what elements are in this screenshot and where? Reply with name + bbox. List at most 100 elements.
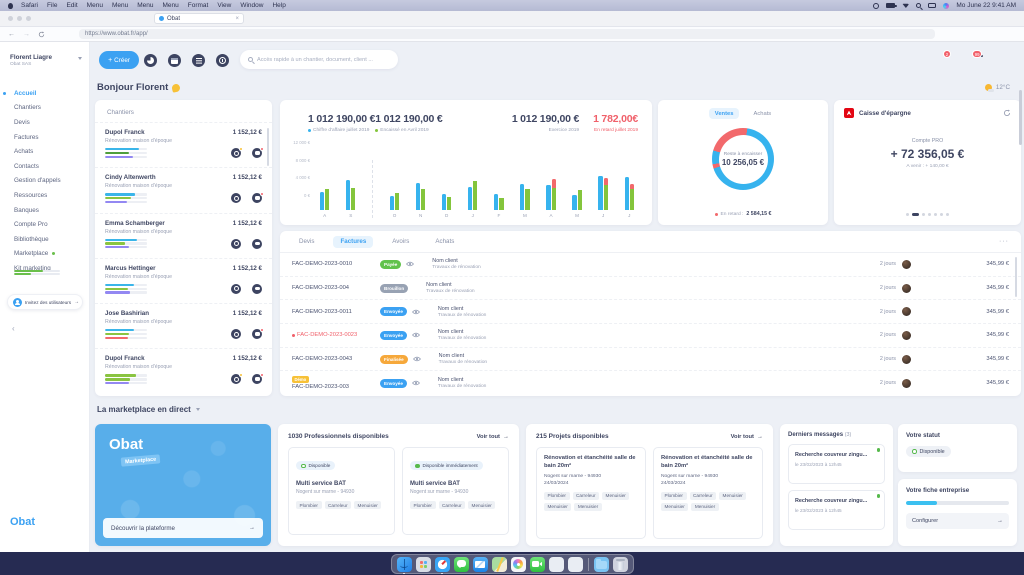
professional-card[interactable]: Disponible Multi service BAT Nogent sur … xyxy=(288,447,395,535)
sidebar-item[interactable]: Accueil xyxy=(0,86,89,101)
documents-scrollbar[interactable] xyxy=(1015,257,1018,297)
trash[interactable] xyxy=(613,557,628,572)
message-item[interactable]: Recherche couvreur zingu... le 23/02/202… xyxy=(788,444,885,484)
invoice-row[interactable]: FAC-DEMO-2023-0011 Envoyée Nom client Tr… xyxy=(280,300,1021,324)
clock-icon[interactable] xyxy=(231,374,241,384)
sidebar-item[interactable]: Devis xyxy=(0,115,89,130)
stats-icon[interactable] xyxy=(144,54,157,67)
search-input[interactable]: Accès rapide à un chantier, document, cl… xyxy=(240,50,398,69)
close-window-button[interactable] xyxy=(8,16,13,21)
sidebar-item[interactable]: Achats xyxy=(0,144,89,159)
siri-icon[interactable] xyxy=(943,3,949,9)
marketplace-promo-card[interactable]: Obat Marketplace Découvrir la plateforme… xyxy=(95,424,271,546)
spotlight-icon[interactable] xyxy=(916,3,921,8)
documents-tab[interactable]: Achats xyxy=(428,236,461,248)
safari[interactable] xyxy=(435,557,450,572)
invite-users-button[interactable]: Invitez des utilisateurs → xyxy=(7,294,83,310)
finder[interactable] xyxy=(397,557,412,572)
facetime[interactable] xyxy=(530,557,545,572)
zoom-window-button[interactable] xyxy=(26,16,31,21)
see-all-projects-link[interactable]: Voir tout→ xyxy=(731,434,763,440)
sidebar-item[interactable]: Kit marketing xyxy=(0,261,89,276)
control-center-icon[interactable] xyxy=(928,3,936,8)
photos[interactable] xyxy=(511,557,526,572)
clock-icon[interactable] xyxy=(231,329,241,339)
pagination-dot[interactable] xyxy=(940,213,943,216)
launchpad[interactable] xyxy=(416,557,431,572)
sidebar-item[interactable]: Contacts xyxy=(0,159,89,174)
menubar-item[interactable]: Window xyxy=(240,2,263,9)
menubar-item[interactable]: Safari xyxy=(21,2,38,9)
apple-menu-icon[interactable] xyxy=(8,3,13,9)
back-icon[interactable]: ← xyxy=(8,31,15,38)
pagination-dot[interactable] xyxy=(928,213,931,216)
invoice-row[interactable]: FAC-DEMO-2023-0043 Finalisée Nom client … xyxy=(280,348,1021,372)
maps[interactable] xyxy=(492,557,507,572)
pagination-dot[interactable] xyxy=(912,213,919,216)
eye-icon[interactable] xyxy=(406,261,414,267)
forward-icon[interactable]: → xyxy=(23,31,30,38)
donut-tab[interactable]: Achats xyxy=(747,108,777,119)
menubar-item[interactable]: Menu xyxy=(87,2,103,9)
sidebar-item[interactable]: Ressources xyxy=(0,188,89,203)
menubar-item[interactable]: View xyxy=(217,2,231,9)
menubar-item[interactable]: Help xyxy=(272,2,285,9)
sidebar-item[interactable]: Marketplace xyxy=(0,247,89,262)
calendar-icon[interactable] xyxy=(168,54,181,67)
menubar-item[interactable]: Menu xyxy=(112,2,128,9)
url-field[interactable]: https://www.obat.fr/app/ xyxy=(79,29,935,39)
app-a[interactable] xyxy=(549,557,564,572)
menubar-item[interactable]: Format xyxy=(188,2,209,9)
chantiers-scrollbar[interactable] xyxy=(267,128,270,166)
menubar-item[interactable]: Menu xyxy=(137,2,153,9)
chat-icon[interactable] xyxy=(252,193,262,203)
see-all-professionals-link[interactable]: Voir tout→ xyxy=(477,434,509,440)
invoice-row[interactable]: Démo FAC-DEMO-2023-003 Envoyée xyxy=(280,371,1021,395)
donut-tab[interactable]: Ventes xyxy=(709,108,740,119)
chat-icon[interactable] xyxy=(252,329,262,339)
pagination-dot[interactable] xyxy=(922,213,925,216)
reload-icon[interactable] xyxy=(38,31,45,38)
eye-icon[interactable] xyxy=(412,309,420,315)
menubar-clock[interactable]: Mo June 22 9:41 AM xyxy=(956,2,1016,9)
menubar-item[interactable]: File xyxy=(47,2,57,9)
pagination-dot[interactable] xyxy=(906,213,909,216)
eye-icon[interactable] xyxy=(412,380,420,386)
tab-close-icon[interactable]: × xyxy=(235,16,239,22)
menubar-item[interactable]: Menu xyxy=(162,2,178,9)
sidebar-item[interactable]: Compte Pro xyxy=(0,217,89,232)
clock-icon[interactable] xyxy=(231,193,241,203)
account-switcher[interactable]: Florent Liagre Obat SAS xyxy=(10,54,82,67)
pagination-dot[interactable] xyxy=(946,213,949,216)
browser-tab[interactable]: Obat × xyxy=(154,13,244,24)
battery-icon[interactable] xyxy=(886,3,895,8)
invoice-row[interactable]: FAC-DEMO-2023-004 Brouillon Nom client T… xyxy=(280,277,1021,301)
clock-icon[interactable] xyxy=(231,284,241,294)
tasks-icon[interactable] xyxy=(192,54,205,67)
chat-icon[interactable] xyxy=(252,148,262,158)
status-badge[interactable]: Disponible xyxy=(906,446,951,457)
create-button[interactable]: + Créer xyxy=(99,51,139,69)
refresh-icon[interactable] xyxy=(1003,109,1011,117)
documents-tab[interactable]: Avoirs xyxy=(385,236,416,248)
sidebar-item[interactable]: Gestion d'appels xyxy=(0,174,89,189)
discover-platform-button[interactable]: Découvrir la plateforme → xyxy=(103,518,263,538)
messages[interactable] xyxy=(454,557,469,572)
chat-icon[interactable] xyxy=(252,239,262,249)
wifi-icon[interactable] xyxy=(902,3,909,8)
time-tracking-icon[interactable] xyxy=(216,54,229,67)
documents-tab[interactable]: Devis xyxy=(292,236,321,248)
more-options-icon[interactable]: ··· xyxy=(999,238,1009,245)
chantier-list-item[interactable]: Emma Schamberger 1 152,12 € Rénovation m… xyxy=(95,213,272,258)
app-b[interactable] xyxy=(568,557,583,572)
message-item[interactable]: Recherche couvreur zingu... le 23/02/202… xyxy=(788,490,885,530)
professional-card[interactable]: Disponible immédiatement Multi service B… xyxy=(402,447,509,535)
collapse-sidebar-icon[interactable]: ‹ xyxy=(12,324,15,333)
invoice-row[interactable]: FAC-DEMO-2023-0010 Payée Nom client Trav… xyxy=(280,253,1021,277)
sidebar-item[interactable]: Bibliothèque xyxy=(0,232,89,247)
downloads-folder[interactable] xyxy=(594,557,609,572)
chat-icon[interactable] xyxy=(252,374,262,384)
pagination-dot[interactable] xyxy=(934,213,937,216)
clock-icon[interactable] xyxy=(231,239,241,249)
sidebar-item[interactable]: Factures xyxy=(0,130,89,145)
